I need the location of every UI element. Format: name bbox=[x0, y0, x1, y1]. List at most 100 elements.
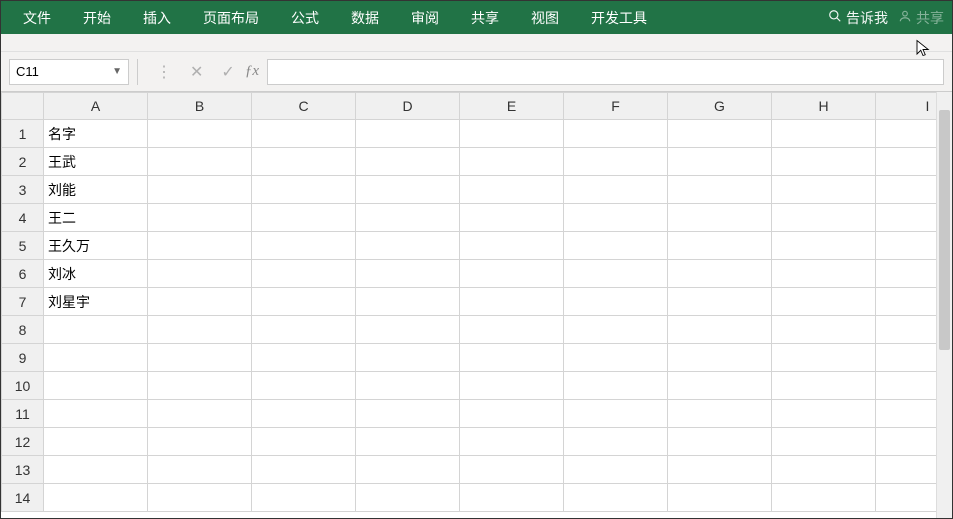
col-header-F[interactable]: F bbox=[564, 93, 668, 120]
cell-D8[interactable] bbox=[356, 316, 460, 344]
cell-A3[interactable]: 刘能 bbox=[44, 176, 148, 204]
cell-F14[interactable] bbox=[564, 484, 668, 512]
cell-D12[interactable] bbox=[356, 428, 460, 456]
cell-B12[interactable] bbox=[148, 428, 252, 456]
tab-review[interactable]: 审阅 bbox=[397, 2, 453, 34]
cell-F9[interactable] bbox=[564, 344, 668, 372]
scrollbar-thumb[interactable] bbox=[939, 110, 950, 350]
cell-C7[interactable] bbox=[252, 288, 356, 316]
cell-C6[interactable] bbox=[252, 260, 356, 288]
cell-A12[interactable] bbox=[44, 428, 148, 456]
more-icon[interactable]: ⋮ bbox=[156, 62, 172, 82]
cell-G12[interactable] bbox=[668, 428, 772, 456]
cell-G7[interactable] bbox=[668, 288, 772, 316]
cell-E6[interactable] bbox=[460, 260, 564, 288]
cell-H9[interactable] bbox=[772, 344, 876, 372]
cell-G9[interactable] bbox=[668, 344, 772, 372]
tab-page-layout[interactable]: 页面布局 bbox=[189, 2, 273, 34]
cell-F2[interactable] bbox=[564, 148, 668, 176]
select-all-corner[interactable] bbox=[2, 93, 44, 120]
cell-H12[interactable] bbox=[772, 428, 876, 456]
col-header-B[interactable]: B bbox=[148, 93, 252, 120]
cell-A10[interactable] bbox=[44, 372, 148, 400]
cell-E3[interactable] bbox=[460, 176, 564, 204]
cell-G6[interactable] bbox=[668, 260, 772, 288]
col-header-E[interactable]: E bbox=[460, 93, 564, 120]
cell-C9[interactable] bbox=[252, 344, 356, 372]
cell-E5[interactable] bbox=[460, 232, 564, 260]
cell-B1[interactable] bbox=[148, 120, 252, 148]
row-header-6[interactable]: 6 bbox=[2, 260, 44, 288]
cell-D4[interactable] bbox=[356, 204, 460, 232]
tab-view[interactable]: 视图 bbox=[517, 2, 573, 34]
cell-B2[interactable] bbox=[148, 148, 252, 176]
cell-E9[interactable] bbox=[460, 344, 564, 372]
cell-F4[interactable] bbox=[564, 204, 668, 232]
cell-F11[interactable] bbox=[564, 400, 668, 428]
cell-H13[interactable] bbox=[772, 456, 876, 484]
col-header-H[interactable]: H bbox=[772, 93, 876, 120]
formula-input[interactable] bbox=[267, 59, 944, 85]
cell-G13[interactable] bbox=[668, 456, 772, 484]
row-header-5[interactable]: 5 bbox=[2, 232, 44, 260]
cell-C8[interactable] bbox=[252, 316, 356, 344]
cell-C5[interactable] bbox=[252, 232, 356, 260]
fx-icon[interactable]: ƒx bbox=[245, 63, 259, 80]
row-header-12[interactable]: 12 bbox=[2, 428, 44, 456]
cell-A5[interactable]: 王久万 bbox=[44, 232, 148, 260]
cell-A6[interactable]: 刘冰 bbox=[44, 260, 148, 288]
cell-H4[interactable] bbox=[772, 204, 876, 232]
row-header-10[interactable]: 10 bbox=[2, 372, 44, 400]
cell-A13[interactable] bbox=[44, 456, 148, 484]
cell-G10[interactable] bbox=[668, 372, 772, 400]
cell-B10[interactable] bbox=[148, 372, 252, 400]
tab-home[interactable]: 开始 bbox=[69, 2, 125, 34]
cell-B9[interactable] bbox=[148, 344, 252, 372]
col-header-G[interactable]: G bbox=[668, 93, 772, 120]
cell-E12[interactable] bbox=[460, 428, 564, 456]
cell-A4[interactable]: 王二 bbox=[44, 204, 148, 232]
cell-G8[interactable] bbox=[668, 316, 772, 344]
cell-F12[interactable] bbox=[564, 428, 668, 456]
col-header-C[interactable]: C bbox=[252, 93, 356, 120]
cell-H7[interactable] bbox=[772, 288, 876, 316]
row-header-4[interactable]: 4 bbox=[2, 204, 44, 232]
cell-F3[interactable] bbox=[564, 176, 668, 204]
cell-G14[interactable] bbox=[668, 484, 772, 512]
cell-E4[interactable] bbox=[460, 204, 564, 232]
cell-G4[interactable] bbox=[668, 204, 772, 232]
cell-F10[interactable] bbox=[564, 372, 668, 400]
cell-B5[interactable] bbox=[148, 232, 252, 260]
cell-B4[interactable] bbox=[148, 204, 252, 232]
cell-H14[interactable] bbox=[772, 484, 876, 512]
cell-E1[interactable] bbox=[460, 120, 564, 148]
cell-G1[interactable] bbox=[668, 120, 772, 148]
cell-A9[interactable] bbox=[44, 344, 148, 372]
cell-A1[interactable]: 名字 bbox=[44, 120, 148, 148]
cell-A7[interactable]: 刘星宇 bbox=[44, 288, 148, 316]
cell-F13[interactable] bbox=[564, 456, 668, 484]
share-button[interactable]: 共享 bbox=[898, 8, 944, 28]
tab-formulas[interactable]: 公式 bbox=[277, 2, 333, 34]
row-header-1[interactable]: 1 bbox=[2, 120, 44, 148]
cell-H6[interactable] bbox=[772, 260, 876, 288]
cell-D11[interactable] bbox=[356, 400, 460, 428]
cell-D13[interactable] bbox=[356, 456, 460, 484]
vertical-scrollbar[interactable] bbox=[936, 92, 952, 518]
cell-D2[interactable] bbox=[356, 148, 460, 176]
cell-G11[interactable] bbox=[668, 400, 772, 428]
row-header-2[interactable]: 2 bbox=[2, 148, 44, 176]
cell-B6[interactable] bbox=[148, 260, 252, 288]
cell-D3[interactable] bbox=[356, 176, 460, 204]
tell-me[interactable]: 告诉我 bbox=[828, 8, 888, 28]
cell-B3[interactable] bbox=[148, 176, 252, 204]
cell-D7[interactable] bbox=[356, 288, 460, 316]
cell-B8[interactable] bbox=[148, 316, 252, 344]
cell-F6[interactable] bbox=[564, 260, 668, 288]
cell-G2[interactable] bbox=[668, 148, 772, 176]
cell-F5[interactable] bbox=[564, 232, 668, 260]
cell-D6[interactable] bbox=[356, 260, 460, 288]
row-header-11[interactable]: 11 bbox=[2, 400, 44, 428]
cell-F8[interactable] bbox=[564, 316, 668, 344]
tab-share[interactable]: 共享 bbox=[457, 2, 513, 34]
